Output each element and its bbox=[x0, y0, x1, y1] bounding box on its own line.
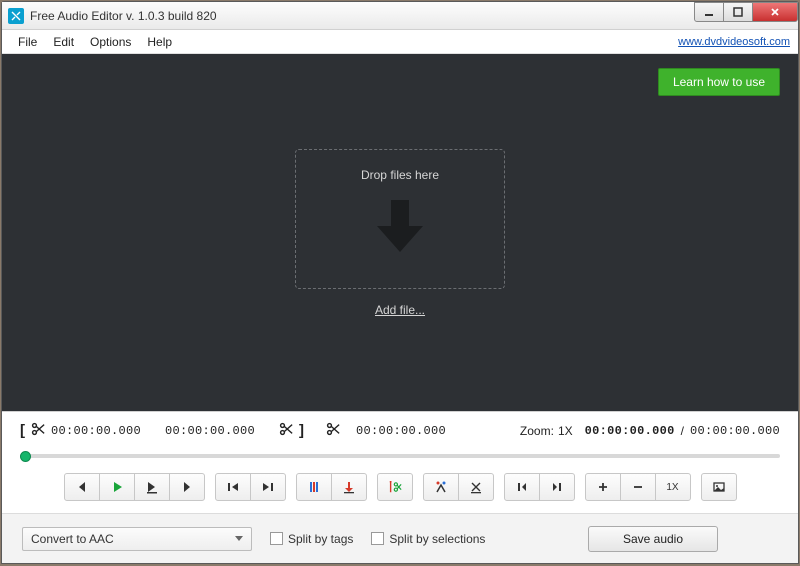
save-audio-button[interactable]: Save audio bbox=[588, 526, 718, 552]
format-combo-value: Convert to AAC bbox=[31, 532, 114, 546]
dropzone[interactable]: Drop files here bbox=[295, 149, 505, 289]
menu-options[interactable]: Options bbox=[82, 33, 139, 51]
split-by-selections-checkbox[interactable]: Split by selections bbox=[371, 532, 485, 546]
menu-help[interactable]: Help bbox=[139, 33, 180, 51]
slider-track bbox=[20, 454, 780, 458]
delete-marker-button[interactable] bbox=[458, 473, 494, 501]
split-button[interactable] bbox=[423, 473, 459, 501]
selection-end-button[interactable] bbox=[539, 473, 575, 501]
learn-how-button[interactable]: Learn how to use bbox=[658, 68, 780, 96]
menubar: File Edit Options Help www.dvdvideosoft.… bbox=[2, 30, 798, 54]
bracket-open-icon: [ bbox=[20, 422, 25, 439]
step-back-button[interactable] bbox=[64, 473, 100, 501]
scissors-icon bbox=[326, 422, 340, 439]
app-icon bbox=[8, 8, 24, 24]
menu-file[interactable]: File bbox=[10, 33, 45, 51]
image-export-button[interactable] bbox=[701, 473, 737, 501]
dropzone-label: Drop files here bbox=[361, 168, 439, 182]
titlebar: Free Audio Editor v. 1.0.3 build 820 bbox=[2, 2, 798, 30]
window-title: Free Audio Editor v. 1.0.3 build 820 bbox=[30, 9, 695, 23]
step-forward-button[interactable] bbox=[169, 473, 205, 501]
selection-end-time: 00:00:00.000 bbox=[165, 424, 255, 438]
close-button[interactable] bbox=[752, 2, 798, 22]
selection-start-time: 00:00:00.000 bbox=[51, 424, 141, 438]
arrow-down-icon bbox=[373, 196, 427, 261]
bracket-close-icon: ] bbox=[299, 422, 304, 439]
website-link[interactable]: www.dvdvideosoft.com bbox=[678, 36, 790, 48]
split-by-tags-label: Split by tags bbox=[288, 532, 353, 546]
zoom-in-button[interactable] bbox=[585, 473, 621, 501]
markers-button[interactable] bbox=[296, 473, 332, 501]
checkbox-icon bbox=[371, 532, 384, 545]
checkbox-icon bbox=[270, 532, 283, 545]
split-by-tags-checkbox[interactable]: Split by tags bbox=[270, 532, 353, 546]
current-time: 00:00:00.000 bbox=[585, 424, 675, 438]
playback-slider[interactable] bbox=[20, 449, 780, 463]
zoom-label: Zoom: bbox=[520, 424, 554, 438]
menu-edit[interactable]: Edit bbox=[45, 33, 82, 51]
scissors-icon bbox=[279, 422, 293, 439]
cut-selection-button[interactable] bbox=[377, 473, 413, 501]
toolbar: 1X bbox=[20, 473, 780, 501]
waveform-canvas: Learn how to use Drop files here Add fil… bbox=[2, 54, 798, 411]
slider-thumb[interactable] bbox=[20, 451, 31, 462]
scissors-icon bbox=[31, 422, 45, 439]
marker-down-button[interactable] bbox=[331, 473, 367, 501]
zoom-out-button[interactable] bbox=[620, 473, 656, 501]
selection-start-button[interactable] bbox=[504, 473, 540, 501]
add-file-link[interactable]: Add file... bbox=[375, 303, 425, 317]
minimize-button[interactable] bbox=[694, 2, 724, 22]
format-combo[interactable]: Convert to AAC bbox=[22, 527, 252, 551]
app-window: Free Audio Editor v. 1.0.3 build 820 Fil… bbox=[1, 1, 799, 564]
window-controls bbox=[695, 2, 798, 29]
zoom-value: 1X bbox=[558, 424, 573, 438]
clip-duration: 00:00:00.000 bbox=[356, 424, 446, 438]
total-time: 00:00:00.000 bbox=[690, 424, 780, 438]
maximize-button[interactable] bbox=[723, 2, 753, 22]
time-row: [ 00:00:00.000 00:00:00.000 ] 00:00:00.0… bbox=[20, 422, 780, 439]
controls-panel: [ 00:00:00.000 00:00:00.000 ] 00:00:00.0… bbox=[2, 411, 798, 513]
split-by-selections-label: Split by selections bbox=[389, 532, 485, 546]
time-separator: / bbox=[681, 424, 684, 438]
zoom-reset-button[interactable]: 1X bbox=[655, 473, 691, 501]
bottom-bar: Convert to AAC Split by tags Split by se… bbox=[2, 513, 798, 563]
skip-end-button[interactable] bbox=[250, 473, 286, 501]
skip-start-button[interactable] bbox=[215, 473, 251, 501]
play-button[interactable] bbox=[99, 473, 135, 501]
selection-time-group: [ 00:00:00.000 00:00:00.000 ] 00:00:00.0… bbox=[20, 422, 446, 439]
play-segment-button[interactable] bbox=[134, 473, 170, 501]
